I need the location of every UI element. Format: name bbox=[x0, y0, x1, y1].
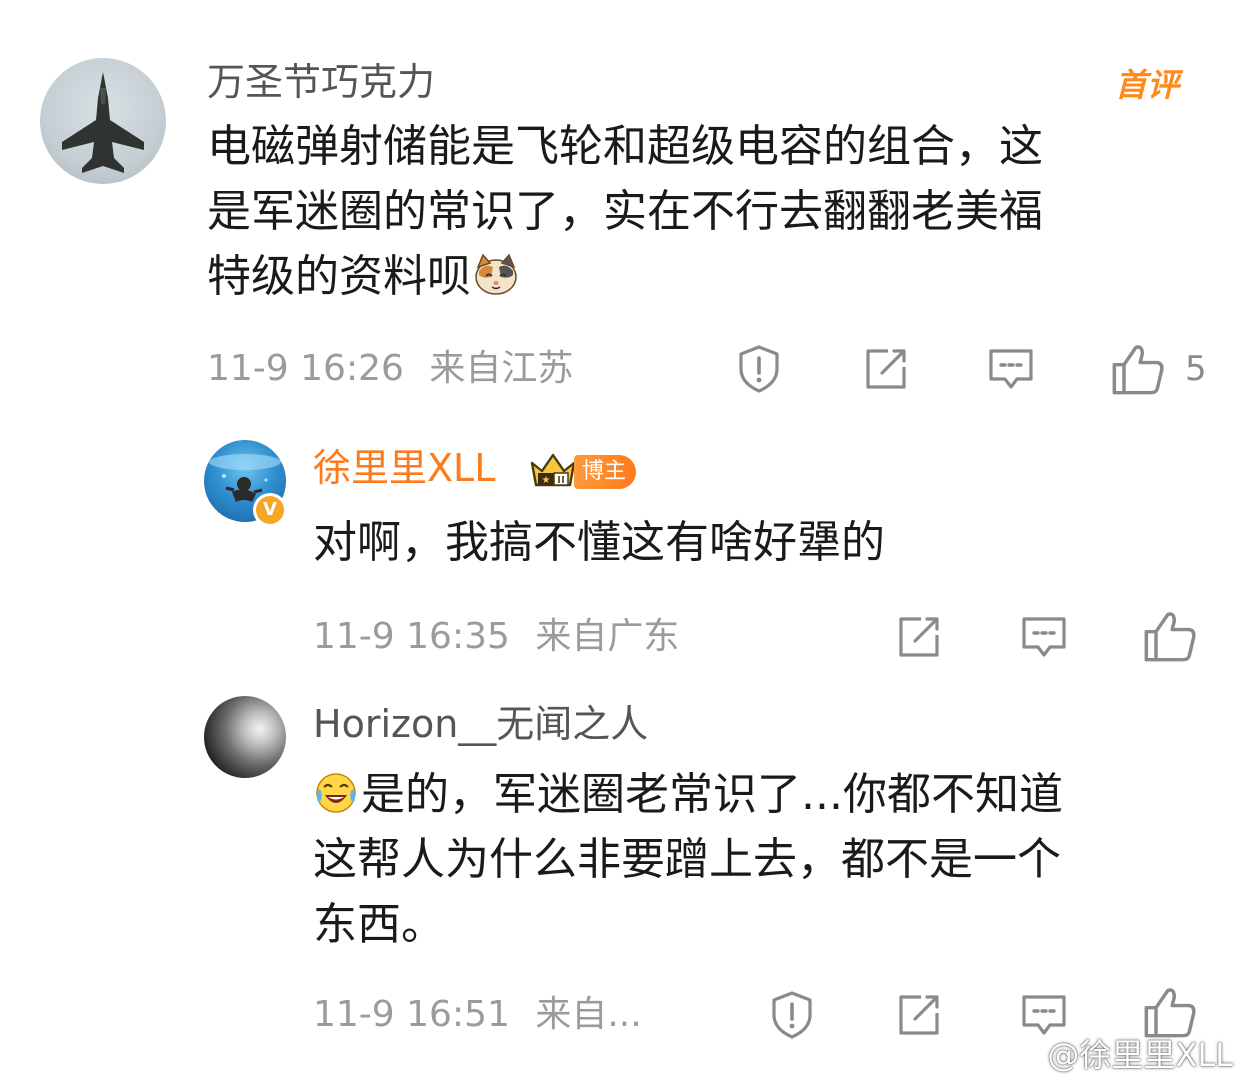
comment-time: 11-9 16:26 bbox=[207, 348, 404, 389]
user-avatar[interactable] bbox=[204, 696, 286, 778]
verified-badge-letter: V bbox=[256, 496, 284, 524]
comment-line: 对啊，我搞不懂这有啥好犟的 bbox=[313, 517, 885, 568]
like-icon[interactable] bbox=[1110, 341, 1166, 397]
comment-line: 是军迷圈的常识了，实在不行去翻翻老美福 bbox=[207, 186, 1043, 237]
report-icon[interactable] bbox=[766, 989, 818, 1041]
first-comment-badge: 首评 bbox=[1115, 60, 1179, 106]
cat-emoji-icon bbox=[473, 251, 519, 297]
comment-text: 电磁弹射储能是飞轮和超级电容的组合，这 是军迷圈的常识了，实在不行去翻翻老美福 … bbox=[207, 114, 1187, 309]
report-icon[interactable] bbox=[733, 343, 785, 395]
laugh-cry-emoji-icon bbox=[313, 769, 359, 815]
username[interactable]: Horizon__无闻之人 bbox=[313, 700, 648, 748]
comment-line-first: 是的，军迷圈老常识了...你都不知道 bbox=[313, 762, 1193, 827]
watermark-text: @徐里里XLL bbox=[1047, 1036, 1233, 1074]
comment-line-last: 特级的资料呗 bbox=[207, 244, 1187, 309]
username[interactable]: 徐里里XLL bbox=[313, 444, 495, 492]
comment-location: 来自广东 bbox=[535, 616, 680, 657]
comment-location: 来自... bbox=[535, 994, 642, 1035]
verified-badge: V bbox=[253, 493, 287, 527]
comment-line: 东西。 bbox=[313, 899, 445, 950]
like-icon[interactable] bbox=[1142, 608, 1198, 664]
svg-text:★: ★ bbox=[542, 475, 551, 486]
crown-icon: ★ bbox=[528, 449, 578, 491]
comment-meta: 11-9 16:26 来自江苏 bbox=[207, 346, 573, 392]
comment-line-text: 是的，军迷圈老常识了...你都不知道 bbox=[361, 769, 1063, 820]
reply-icon[interactable] bbox=[1018, 611, 1070, 663]
comment-time: 11-9 16:35 bbox=[313, 616, 510, 657]
reply-icon[interactable] bbox=[985, 343, 1037, 395]
comment-line-text: 特级的资料呗 bbox=[207, 251, 471, 302]
share-icon[interactable] bbox=[860, 343, 912, 395]
comment-line: 电磁弹射储能是飞轮和超级电容的组合，这 bbox=[207, 121, 1043, 172]
share-icon[interactable] bbox=[893, 989, 945, 1041]
comment-time: 11-9 16:51 bbox=[313, 994, 510, 1035]
comment-meta: 11-9 16:51 来自... bbox=[313, 992, 642, 1038]
user-avatar[interactable] bbox=[40, 58, 166, 184]
comment-location: 来自江苏 bbox=[429, 348, 574, 389]
like-count: 5 bbox=[1185, 349, 1207, 389]
fighter-jet-icon bbox=[62, 72, 144, 173]
share-icon[interactable] bbox=[893, 611, 945, 663]
comment-text: 对啊，我搞不懂这有啥好犟的 bbox=[313, 510, 1193, 575]
comment-line: 这帮人为什么非要蹭上去，都不是一个 bbox=[313, 834, 1061, 885]
comment-meta: 11-9 16:35 来自广东 bbox=[313, 614, 679, 660]
blogger-tag: 博主 bbox=[574, 455, 637, 489]
weibo-watermark: @徐里里XLL bbox=[1003, 1030, 1233, 1076]
comment-text: 是的，军迷圈老常识了...你都不知道 这帮人为什么非要蹭上去，都不是一个 东西。 bbox=[313, 762, 1193, 957]
username[interactable]: 万圣节巧克力 bbox=[207, 58, 435, 106]
weibo-logo-icon bbox=[1003, 1038, 1043, 1070]
